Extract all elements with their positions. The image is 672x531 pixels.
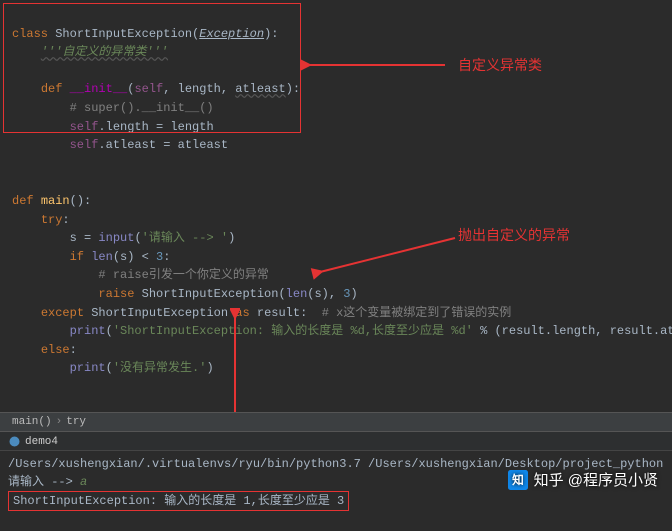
comment-super: # super().__init__() xyxy=(70,101,214,115)
breadcrumb[interactable]: main() ›try xyxy=(0,412,672,432)
run-config-name: demo4 xyxy=(25,436,58,448)
class-name: ShortInputException xyxy=(55,27,192,41)
kw-class: class xyxy=(12,27,48,41)
zhihu-icon: 知 xyxy=(508,470,528,490)
main-fn: main xyxy=(41,194,70,208)
watermark: 知 知乎 @程序员小贤 xyxy=(508,469,658,490)
terminal-exception-output: ShortInputException: 输入的长度是 1,长度至少应是 3 xyxy=(8,491,349,511)
python-icon xyxy=(8,435,21,448)
docstring: '''自定义的异常类''' xyxy=(41,45,168,59)
bc-try[interactable]: try xyxy=(66,416,86,428)
terminal-prompt: 请输入 --> xyxy=(8,475,80,489)
terminal-user-input: a xyxy=(80,475,87,489)
bc-main[interactable]: main() xyxy=(12,416,52,428)
run-tab[interactable]: demo4 xyxy=(0,432,672,451)
anno-raise: 抛出自定义的异常 xyxy=(458,225,570,245)
svg-text:知: 知 xyxy=(511,473,524,487)
terminal-output[interactable]: /Users/xushengxian/.virtualenvs/ryu/bin/… xyxy=(0,450,672,531)
code-editor[interactable]: class ShortInputException(Exception): ''… xyxy=(0,0,672,434)
blank-line xyxy=(12,64,19,78)
anno-custom-class: 自定义异常类 xyxy=(458,55,542,75)
init-method: __init__ xyxy=(70,82,128,96)
base-class: Exception xyxy=(199,27,264,41)
chevron-icon: › xyxy=(56,416,63,428)
